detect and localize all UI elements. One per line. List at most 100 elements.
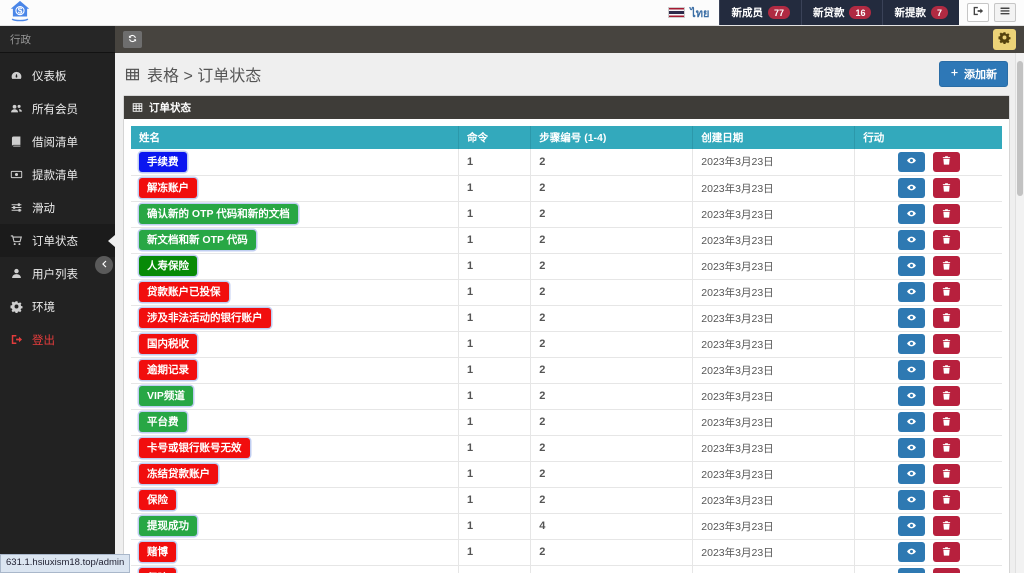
- delete-button[interactable]: [932, 412, 960, 432]
- status-badge[interactable]: 保险: [139, 567, 176, 573]
- trash-icon: [941, 441, 952, 456]
- delete-button[interactable]: [932, 151, 960, 172]
- status-badge[interactable]: 确认新的 OTP 代码和新的文档: [139, 203, 298, 225]
- delete-button[interactable]: [932, 178, 960, 198]
- status-badge[interactable]: 贷款账户已投保: [139, 281, 229, 303]
- status-badge[interactable]: 涉及非法活动的银行账户: [139, 307, 271, 329]
- status-badge[interactable]: 新文档和新 OTP 代码: [139, 229, 256, 251]
- sidebar-item-slides[interactable]: 滑动: [0, 191, 115, 224]
- status-badge[interactable]: 保险: [139, 489, 176, 511]
- view-button[interactable]: [897, 308, 925, 328]
- eye-icon: [906, 545, 917, 560]
- trash-icon: [941, 233, 952, 248]
- status-badge[interactable]: 国内税收: [139, 333, 197, 355]
- menu-toggle-button[interactable]: [994, 3, 1016, 22]
- sidebar-item-withdrawals[interactable]: 提款清单: [0, 158, 115, 191]
- settings-button[interactable]: [993, 29, 1016, 50]
- add-new-button[interactable]: 添加新: [939, 61, 1008, 87]
- sidebar-collapse-button[interactable]: [95, 256, 113, 274]
- sidebar-item-label: 借阅清单: [32, 136, 78, 149]
- delete-button[interactable]: [932, 438, 960, 458]
- step-cell: 2: [530, 227, 694, 254]
- view-button[interactable]: [897, 282, 925, 302]
- view-button[interactable]: [897, 568, 925, 573]
- trash-icon: [941, 415, 952, 430]
- status-badge[interactable]: 赌博: [139, 541, 176, 563]
- trash-icon: [941, 467, 952, 482]
- status-badge[interactable]: 冻结贷款账户: [139, 463, 218, 485]
- delete-button[interactable]: [932, 386, 960, 406]
- cart-icon: [10, 234, 24, 248]
- money-icon: [10, 168, 24, 182]
- sidebar-item-dashboard[interactable]: 仪表板: [0, 59, 115, 92]
- delete-button[interactable]: [932, 256, 960, 276]
- status-badge[interactable]: 提现成功: [139, 515, 197, 537]
- gear-icon: [998, 31, 1011, 49]
- view-button[interactable]: [897, 204, 925, 224]
- col-header-step: 步骤编号 (1-4): [530, 126, 693, 149]
- delete-button[interactable]: [932, 204, 960, 224]
- panel-header: 订单状态: [124, 96, 1009, 119]
- view-button[interactable]: [897, 438, 925, 458]
- view-button[interactable]: [897, 178, 925, 198]
- sidebar-item-loan-list[interactable]: 借阅清单: [0, 125, 115, 158]
- delete-button[interactable]: [932, 282, 960, 302]
- language-selector[interactable]: ไทย: [658, 0, 719, 25]
- delete-button[interactable]: [932, 230, 960, 250]
- view-button[interactable]: [897, 386, 925, 406]
- status-badge[interactable]: 卡号或银行账号无效: [139, 437, 250, 459]
- view-button[interactable]: [897, 230, 925, 250]
- view-button[interactable]: [897, 412, 925, 432]
- sign-out-icon: [10, 333, 24, 347]
- app-logo[interactable]: $: [0, 0, 115, 25]
- sidebar-item-label: 订单状态: [32, 235, 78, 248]
- view-button[interactable]: [897, 516, 925, 536]
- view-button[interactable]: [897, 464, 925, 484]
- topbar-nav-item-1[interactable]: 新贷款 16: [800, 0, 883, 25]
- view-button[interactable]: [897, 151, 925, 172]
- view-button[interactable]: [897, 490, 925, 510]
- sidebar-item-environment[interactable]: 环境: [0, 290, 115, 323]
- sidebar-item-logout[interactable]: 登出: [0, 323, 115, 356]
- status-badge[interactable]: 解冻账户: [139, 177, 197, 199]
- date-cell: 2023年3月23日: [692, 305, 856, 332]
- status-badge[interactable]: 人寿保险: [139, 255, 197, 277]
- status-badge[interactable]: 逾期记录: [139, 359, 197, 381]
- delete-button[interactable]: [932, 360, 960, 380]
- view-button[interactable]: [897, 334, 925, 354]
- delete-button[interactable]: [932, 542, 960, 562]
- date-cell: 2023年3月23日: [692, 357, 856, 384]
- delete-button[interactable]: [932, 308, 960, 328]
- delete-button[interactable]: [932, 568, 960, 573]
- delete-button[interactable]: [932, 516, 960, 536]
- topbar: $ ไทย 新成员 77 新贷款 16 新提款 7: [0, 0, 1024, 26]
- delete-button[interactable]: [932, 334, 960, 354]
- sidebar-item-label: 滑动: [32, 202, 55, 215]
- view-button[interactable]: [897, 542, 925, 562]
- table-row: 手续费 1 2 2023年3月23日: [131, 149, 1002, 176]
- order-cell: 1: [457, 279, 532, 306]
- view-button[interactable]: [897, 360, 925, 380]
- order-cell: 1: [457, 409, 532, 436]
- delete-button[interactable]: [932, 464, 960, 484]
- date-cell: 2023年3月23日: [692, 487, 856, 514]
- status-badge[interactable]: 手续费: [139, 151, 187, 172]
- logout-button[interactable]: [967, 3, 989, 22]
- refresh-button[interactable]: [123, 31, 142, 48]
- status-badge[interactable]: VIP频道: [139, 385, 193, 407]
- sidebar-item-order-status[interactable]: 订单状态: [0, 224, 115, 257]
- view-button[interactable]: [897, 256, 925, 276]
- date-cell: 2023年3月23日: [692, 253, 856, 280]
- trash-icon: [941, 389, 952, 404]
- delete-button[interactable]: [932, 490, 960, 510]
- topbar-nav-item-0[interactable]: 新成员 77: [719, 0, 801, 25]
- trash-icon: [941, 181, 952, 196]
- vertical-scrollbar[interactable]: [1015, 53, 1024, 573]
- step-cell: 2: [530, 331, 694, 358]
- date-cell: 2023年3月23日: [692, 227, 856, 254]
- status-badge[interactable]: 平台费: [139, 411, 187, 433]
- eye-icon: [906, 337, 917, 352]
- sidebar-item-members[interactable]: 所有会员: [0, 92, 115, 125]
- scrollbar-thumb[interactable]: [1017, 61, 1023, 196]
- topbar-nav-item-2[interactable]: 新提款 7: [882, 0, 959, 25]
